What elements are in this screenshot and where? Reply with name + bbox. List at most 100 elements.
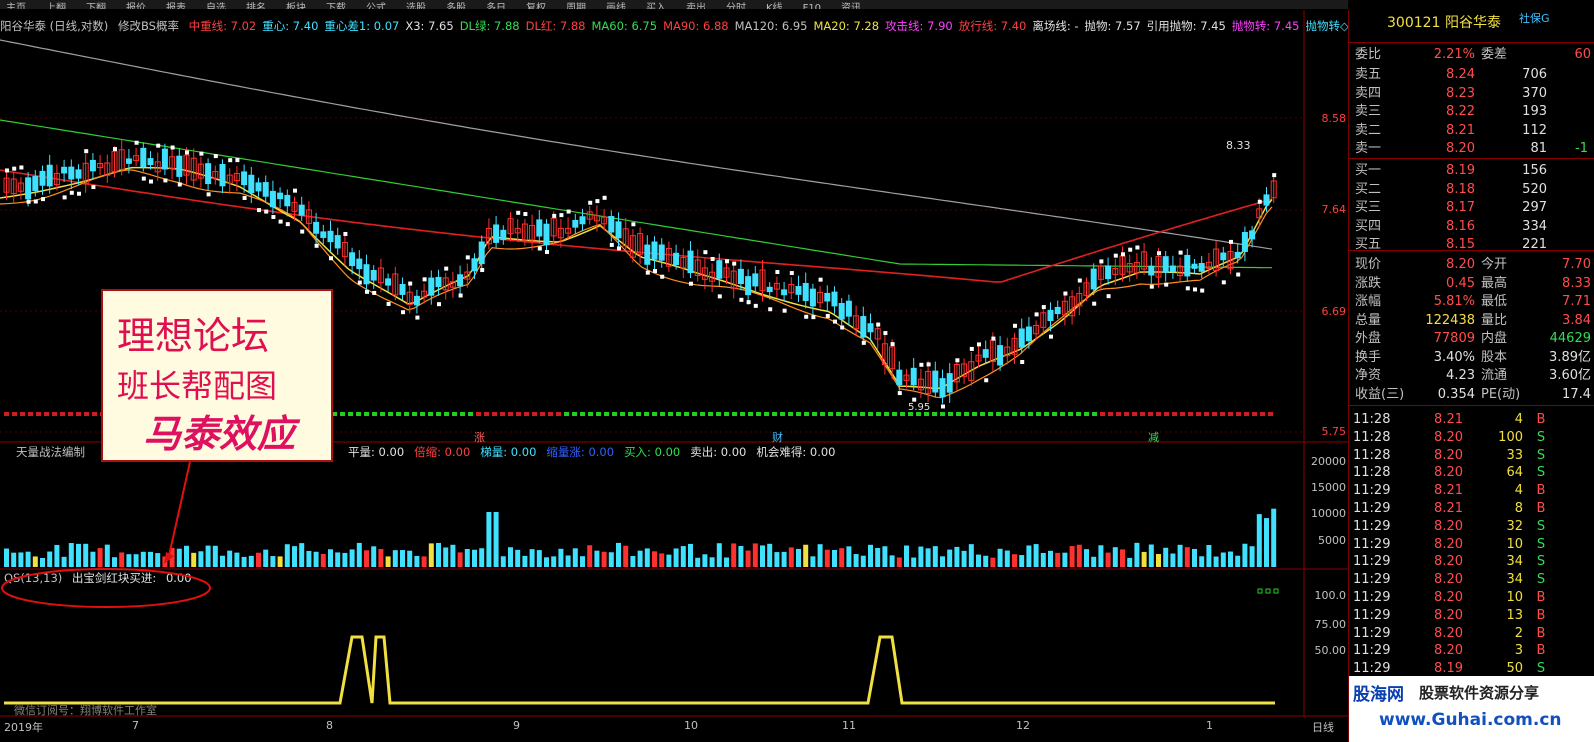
volume-bar (299, 543, 305, 567)
bid-label: 买二 (1355, 181, 1382, 197)
sar-dot (185, 150, 189, 155)
volume-bar (54, 544, 60, 567)
candle (125, 158, 132, 164)
sar-dot (782, 308, 787, 313)
signal-dot (1260, 412, 1265, 416)
volume-bar (817, 544, 823, 567)
sar-dot (62, 195, 67, 200)
tick-side: S (1536, 518, 1546, 534)
signal-dot (1052, 412, 1057, 416)
candle (658, 244, 665, 261)
volume-bar (378, 548, 384, 567)
signal-dot (876, 412, 881, 416)
indicator-name[interactable]: 修改BS概率 (118, 19, 179, 33)
ask-price: 8.21 (1446, 122, 1475, 138)
candle (1220, 252, 1227, 261)
volume-bar (335, 552, 341, 567)
signal-dot (428, 412, 433, 416)
sar-dot (213, 154, 218, 159)
volume-bar (263, 549, 269, 567)
sar-dot (264, 209, 269, 214)
candle (824, 292, 831, 302)
event-label: 减 (1148, 431, 1159, 444)
volume-bar (925, 548, 931, 567)
ask-volume: 81 (1530, 141, 1547, 156)
candle (161, 148, 168, 170)
signal-dot (1124, 412, 1129, 416)
signal-dot (4, 412, 9, 416)
signal-dot (52, 412, 57, 416)
sar-dot (833, 319, 837, 324)
volume-bar (680, 546, 686, 567)
signal-dot (572, 412, 577, 416)
signal-dot (748, 412, 753, 416)
stat-row: 涨幅 5.81% 最低 7.71 (1349, 293, 1594, 311)
volume-bar (810, 556, 816, 567)
volume-bar (1271, 508, 1277, 567)
candle (46, 164, 53, 187)
signal-dot (1188, 412, 1193, 416)
candle (298, 204, 305, 216)
stat-label: 外盘 (1355, 331, 1382, 346)
tick-row: 11:29 8.20 13 B (1349, 607, 1594, 624)
volume-bar (1249, 546, 1255, 567)
signal-dot (484, 412, 489, 416)
volume-bar (832, 549, 837, 567)
signal-dot (420, 412, 425, 416)
bid-volume: 334 (1522, 218, 1547, 234)
volume-bar (443, 547, 449, 567)
signal-dot (940, 412, 945, 416)
volume-bar (1170, 553, 1176, 567)
panel-divider (1349, 158, 1594, 159)
signal-dot (1196, 412, 1201, 416)
sar-dot (19, 165, 24, 170)
candle (1191, 263, 1198, 269)
signal-dot (20, 412, 25, 416)
sar-dot (444, 266, 449, 271)
signal-dot (1012, 412, 1017, 416)
volume-bar (119, 552, 125, 567)
ask-volume: 370 (1522, 85, 1547, 101)
volume-title[interactable]: 天量战法编制 (16, 445, 85, 459)
qs-marker (1257, 588, 1263, 594)
period-label[interactable]: 日线 (1312, 719, 1334, 735)
stat-label: 最低 (1481, 294, 1508, 309)
signal-dot (1252, 412, 1257, 416)
ask-label: 卖三 (1355, 104, 1382, 119)
signal-dot (524, 412, 529, 416)
volume-bar (1120, 549, 1125, 567)
signal-dot (1228, 412, 1233, 416)
stat-value: 3.89亿 (1549, 349, 1591, 365)
panel-divider (1349, 250, 1594, 251)
stock-tag[interactable]: 社保G (1519, 10, 1550, 28)
tick-time: 11:28 (1353, 447, 1391, 463)
volume-bar (767, 543, 773, 567)
sar-dot (789, 271, 794, 276)
sar-dot (552, 213, 557, 218)
tick-row: 11:29 8.20 2 B (1349, 625, 1594, 642)
stat-row: 外盘 77809 内盘 44629 (1349, 330, 1594, 348)
volume-bar (1213, 556, 1219, 567)
sar-dot (278, 219, 283, 224)
chart-title: 阳谷华泰 (日线,对数) (0, 19, 109, 33)
weicha-label: 委差 (1481, 47, 1508, 62)
signal-dot (756, 412, 761, 416)
signal-dot (28, 412, 33, 416)
sar-dot (437, 302, 441, 307)
candle (802, 282, 809, 302)
sar-dot (465, 255, 470, 260)
signal-dot (396, 412, 401, 416)
signal-dot (868, 412, 873, 416)
volume-bar (256, 552, 261, 567)
tick-volume: 100 (1498, 429, 1523, 445)
sar-dot (12, 166, 17, 171)
stat-value: 3.40% (1433, 349, 1475, 365)
sar-dot (825, 313, 830, 318)
sar-dot (271, 215, 276, 220)
volume-bar (1156, 554, 1161, 567)
bid-price: 8.15 (1446, 237, 1475, 252)
volume-bar (140, 551, 146, 567)
sar-dot (660, 274, 665, 279)
volume-bar (558, 548, 564, 567)
volume-bar (227, 550, 233, 567)
